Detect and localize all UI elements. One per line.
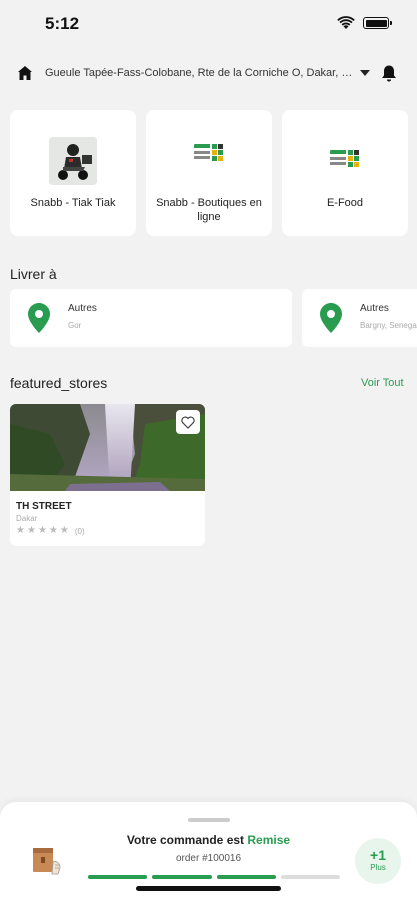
- store-rating: ★ ★ ★ ★ ★ (0): [16, 526, 85, 536]
- module-label: E-Food: [326, 197, 364, 209]
- address-detail: Bargny, Senegal: [360, 321, 417, 330]
- star-icon: ★: [26, 525, 36, 536]
- more-orders-count: +1: [370, 847, 386, 863]
- more-orders-label: Plus: [370, 863, 386, 872]
- wifi-icon: [337, 16, 355, 29]
- shop-logo-image: [330, 148, 360, 172]
- delivery-rider-image: [49, 137, 97, 185]
- heart-icon: [181, 415, 195, 429]
- location-pin-icon: [28, 303, 50, 333]
- module-list: Snabb - Tiak Tiak Snabb - Boutiques en l…: [10, 110, 417, 236]
- progress-segment: [152, 875, 212, 879]
- featured-section-title: featured_stores: [10, 375, 108, 391]
- star-icon: ★: [16, 525, 25, 536]
- see-all-link[interactable]: Voir Tout: [361, 377, 404, 389]
- address-type: Autres: [360, 303, 389, 314]
- rating-count: (0): [74, 526, 85, 536]
- home-indicator: [136, 886, 281, 891]
- star-icon: ★: [37, 525, 47, 536]
- module-label: Snabb - Tiak Tiak: [30, 197, 116, 209]
- favorite-button[interactable]: [176, 410, 200, 434]
- progress-segment: [216, 875, 276, 879]
- current-address[interactable]: Gueule Tapée-Fass-Colobane, Rte de la Co…: [45, 67, 357, 79]
- order-status-word: Remise: [247, 833, 291, 847]
- progress-segment: [88, 875, 148, 879]
- store-city: Dakar: [16, 514, 38, 523]
- home-icon: [18, 66, 32, 80]
- address-card[interactable]: Autres Gor: [10, 289, 292, 347]
- module-card-efood[interactable]: E-Food: [282, 110, 408, 236]
- module-card-tiak-tiak[interactable]: Snabb - Tiak Tiak: [10, 110, 136, 236]
- battery-icon: [363, 17, 392, 29]
- store-card[interactable]: TH STREET Dakar ★ ★ ★ ★ ★ (0): [10, 404, 205, 546]
- status-time: 5:12: [45, 14, 80, 33]
- status-bar: 5:12: [0, 0, 417, 48]
- progress-segment: [280, 875, 340, 879]
- star-icon: ★: [59, 525, 69, 536]
- address-card[interactable]: Autres Bargny, Senegal: [302, 289, 417, 347]
- star-icon: ★: [48, 525, 58, 536]
- store-name: TH STREET: [16, 501, 72, 512]
- module-label: Snabb - Boutiques en ligne: [156, 197, 262, 223]
- address-bar[interactable]: Gueule Tapée-Fass-Colobane, Rte de la Co…: [0, 60, 417, 88]
- address-detail: Gor: [68, 321, 82, 330]
- status-icons: [337, 16, 392, 30]
- more-orders-button[interactable]: +1 Plus: [355, 838, 401, 884]
- drag-handle[interactable]: [188, 818, 230, 822]
- delivery-section-title: Livrer à: [10, 266, 57, 282]
- address-list: Autres Gor Autres Bargny, Senegal: [10, 289, 417, 347]
- shop-logo-image: [194, 142, 224, 166]
- order-status-prefix: Votre commande est: [126, 833, 245, 847]
- module-card-boutiques[interactable]: Snabb - Boutiques en ligne: [146, 110, 272, 236]
- chevron-down-icon[interactable]: [360, 70, 370, 76]
- order-status-text: Votre commande est Remise: [0, 833, 417, 847]
- location-pin-icon: [320, 303, 342, 333]
- bell-icon[interactable]: [380, 64, 398, 83]
- order-progress-bar: [88, 875, 340, 879]
- address-type: Autres: [68, 303, 97, 314]
